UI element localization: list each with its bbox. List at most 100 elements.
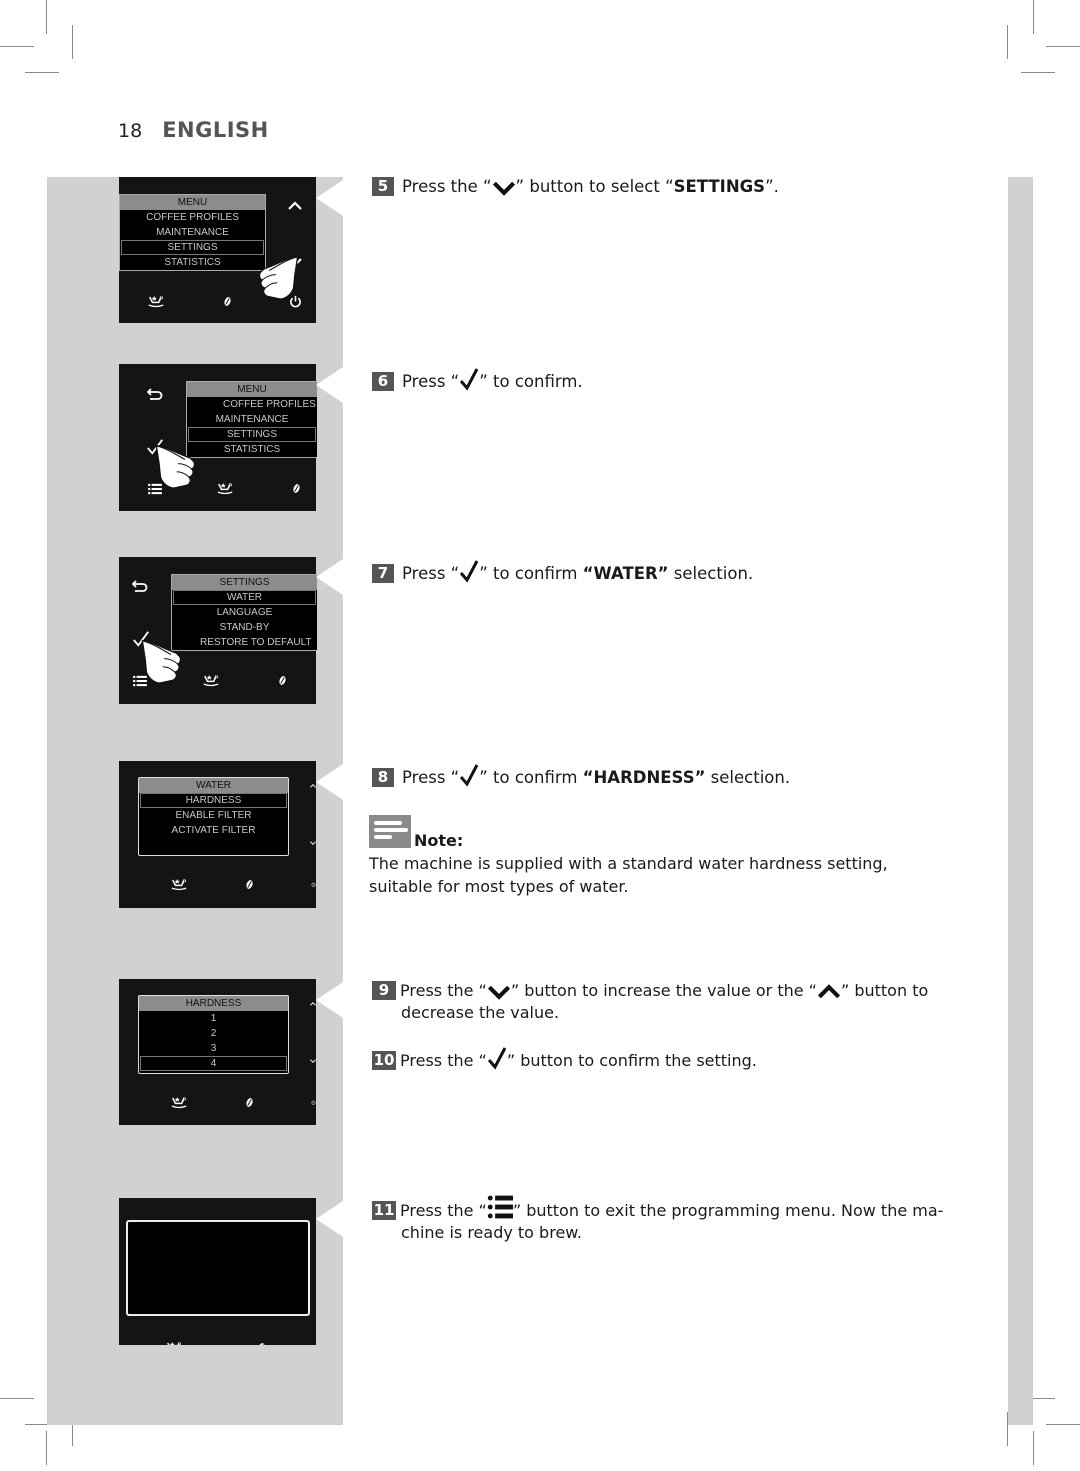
crop-mark [46, 0, 47, 34]
step-number: 11 [372, 1201, 396, 1220]
menu-item-selected[interactable]: 4 [140, 1056, 287, 1071]
display-panel-step7: SETTINGS WATER LANGUAGE STAND-BY RESTORE… [119, 557, 317, 704]
menu-title: MENU [120, 195, 265, 210]
step-text: Press “ [402, 564, 460, 583]
step-11: 11 Press the “ ” button to exit the progra… [372, 1194, 952, 1244]
step-text-continued: chine is ready to brew. [401, 1223, 582, 1242]
step-text: selection. [668, 564, 754, 583]
menu-item[interactable]: COFFEE PROFILES [120, 210, 265, 225]
step-number: 5 [372, 177, 394, 196]
section-language: ENGLISH [162, 118, 269, 142]
note-icon [369, 815, 411, 848]
chevron-down-icon[interactable] [310, 838, 316, 848]
step-10: 10 Press the “ ” button to confirm the set… [372, 1046, 757, 1072]
step-text: Press the “ [402, 177, 492, 196]
step-bold-text: SETTINGS [673, 177, 766, 196]
note-title: Note: [414, 831, 464, 850]
menu-item-selected[interactable]: WATER [173, 590, 316, 605]
crop-mark [1033, 1431, 1034, 1465]
chevron-down-icon[interactable] [310, 1056, 316, 1066]
crop-mark [1046, 1424, 1080, 1425]
display-panel-step6: MENU COFFEE PROFILES MAINTENANCE SETTING… [119, 364, 317, 511]
step-text: Press “ [402, 372, 460, 391]
menu-item[interactable]: STAND-BY [172, 620, 317, 635]
blank-screen [126, 1220, 310, 1316]
chevron-down-icon [492, 181, 515, 196]
menu-item[interactable]: 3 [139, 1041, 288, 1056]
chevron-down-icon [487, 985, 510, 1000]
checkmark-icon [460, 764, 479, 787]
menu-item[interactable]: COFFEE PROFILES [187, 397, 317, 412]
step-text: ” to confirm [479, 564, 583, 583]
step-text: ” to confirm [479, 768, 583, 787]
note-body: The machine is supplied with a standard … [369, 854, 888, 896]
chevron-up-icon[interactable] [288, 201, 302, 211]
step-text: Press the “ [400, 981, 487, 1000]
display-panel-step5: MENU COFFEE PROFILES MAINTENANCE SETTING… [119, 177, 316, 323]
menu-item-selected[interactable]: HARDNESS [140, 793, 287, 808]
menu-title: HARDNESS [139, 996, 288, 1011]
coffee-bean-icon[interactable] [292, 483, 301, 494]
menu-title: SETTINGS [172, 575, 317, 590]
menu-list-icon [487, 1195, 513, 1219]
page-number: 18 [118, 120, 143, 142]
crop-mark [46, 1431, 47, 1465]
crop-mark [1021, 72, 1055, 73]
power-icon[interactable] [311, 1096, 316, 1109]
display-panel-step8: WATER HARDNESS ENABLE FILTER ACTIVATE FI… [119, 761, 316, 908]
step-number: 7 [372, 564, 394, 583]
step-text: ” button to confirm the setting. [506, 1051, 757, 1070]
step-bold-text: “WATER” [582, 564, 669, 583]
menu-item-selected[interactable]: SETTINGS [188, 427, 316, 442]
step-text: selection. [705, 768, 791, 787]
pointing-hand-icon [155, 442, 223, 492]
coffee-bean-icon[interactable] [278, 675, 287, 686]
chevron-up-icon[interactable] [310, 999, 316, 1009]
step-number: 6 [372, 372, 394, 391]
step-bold-text: “HARDNESS” [582, 768, 706, 787]
crop-mark [0, 46, 34, 47]
step-text: ” to confirm. [479, 372, 583, 391]
special-coffee-icon[interactable] [147, 294, 165, 309]
chevron-up-icon[interactable] [310, 781, 316, 791]
menu-item[interactable]: MAINTENANCE [120, 225, 265, 240]
coffee-bean-icon [257, 1342, 266, 1345]
step-text-continued: decrease the value. [401, 1003, 560, 1022]
pointing-hand-icon [141, 637, 209, 687]
step-text: ” button to increase the value or the “ [510, 981, 817, 1000]
menu-item[interactable]: LANGUAGE [172, 605, 317, 620]
display-panel-step9: HARDNESS 1 2 3 4 [119, 979, 316, 1125]
crop-mark [1007, 25, 1008, 59]
step-text: Press “ [402, 768, 460, 787]
menu-box: HARDNESS 1 2 3 4 [138, 995, 289, 1074]
step-number: 8 [372, 768, 394, 787]
page-header: 18 ENGLISH [118, 118, 269, 142]
crop-mark [1033, 0, 1034, 34]
crop-mark [25, 72, 59, 73]
menu-item[interactable]: ACTIVATE FILTER [139, 823, 288, 838]
menu-item[interactable]: 2 [139, 1026, 288, 1041]
step-8: 8 Press “ ” to confirm “HARDNESS” selectio… [372, 763, 790, 789]
step-text: ” button to select “ [515, 177, 674, 196]
menu-item[interactable]: ENABLE FILTER [139, 808, 288, 823]
crop-mark [1046, 46, 1080, 47]
step-text: Press the “ [400, 1051, 487, 1070]
step-5: 5 Press the “ ” button to select “SETTINGS… [372, 176, 779, 198]
special-coffee-icon[interactable] [170, 1095, 188, 1110]
crop-mark [72, 25, 73, 59]
coffee-bean-icon[interactable] [245, 1097, 254, 1108]
power-icon[interactable] [311, 878, 316, 891]
coffee-bean-icon[interactable] [245, 879, 254, 890]
back-icon[interactable] [147, 387, 163, 401]
step-text: ” button to exit the programming menu. N… [512, 1201, 944, 1220]
step-text: ”. [765, 177, 779, 196]
pointing-hand-icon [231, 253, 299, 303]
step-number: 9 [372, 981, 396, 1000]
special-coffee-icon[interactable] [170, 877, 188, 892]
step-9: 9 Press the “ ” button to increase the val… [372, 980, 952, 1024]
note-box: Note: The machine is supplied with a sta… [369, 815, 949, 898]
checkmark-icon [460, 560, 479, 583]
menu-item[interactable]: MAINTENANCE [187, 412, 317, 427]
back-icon[interactable] [132, 579, 148, 593]
menu-item[interactable]: 1 [139, 1011, 288, 1026]
